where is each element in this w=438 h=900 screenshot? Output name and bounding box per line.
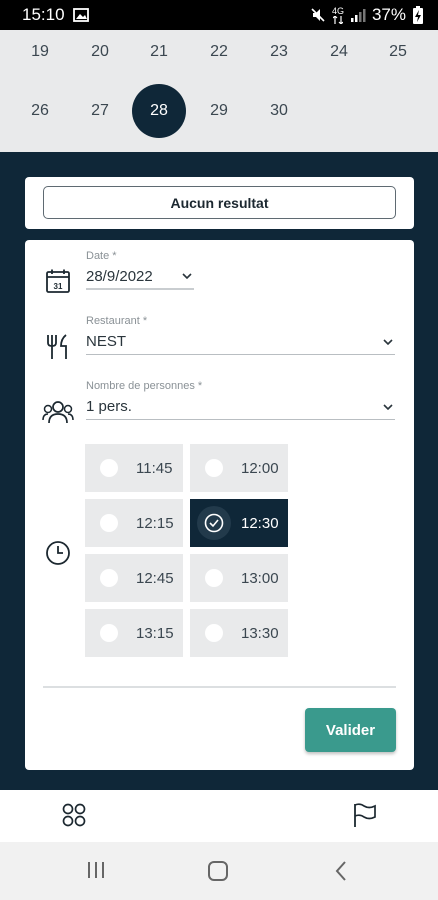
date-label: Date * bbox=[86, 250, 117, 262]
people-icon bbox=[42, 399, 74, 425]
flag-icon[interactable] bbox=[352, 802, 378, 828]
svg-text:31: 31 bbox=[54, 282, 63, 291]
result-card: Aucun resultat bbox=[25, 177, 414, 229]
persons-label: Nombre de personnes * bbox=[86, 380, 203, 392]
chevron-down-icon bbox=[383, 336, 393, 348]
calendar-day[interactable]: 23 bbox=[252, 25, 306, 79]
time-slot[interactable]: 11:45 bbox=[85, 444, 183, 492]
radio-icon bbox=[205, 459, 223, 477]
calendar-day[interactable]: 25 bbox=[371, 25, 425, 79]
calendar-day[interactable]: 27 bbox=[73, 84, 127, 138]
time-slot-selected[interactable]: 12:30 bbox=[190, 499, 288, 547]
persons-select[interactable]: Nombre de personnes * 1 pers. bbox=[86, 380, 395, 420]
time-slot[interactable]: 12:45 bbox=[85, 554, 183, 602]
chevron-down-icon bbox=[182, 270, 192, 282]
grid-circles-icon[interactable] bbox=[61, 802, 87, 828]
radio-icon bbox=[100, 459, 118, 477]
bottom-tab-bar bbox=[0, 790, 438, 842]
mute-icon bbox=[310, 7, 326, 23]
radio-icon bbox=[205, 569, 223, 587]
validate-button[interactable]: Valider bbox=[305, 708, 396, 752]
date-value: 28/9/2022 bbox=[86, 267, 153, 285]
fork-knife-icon bbox=[45, 333, 71, 361]
calendar-day[interactable]: 26 bbox=[13, 84, 67, 138]
battery-percent: 37% bbox=[371, 5, 406, 24]
restaurant-select[interactable]: Restaurant * NEST bbox=[86, 315, 395, 355]
radio-icon bbox=[100, 569, 118, 587]
calendar-day[interactable]: 22 bbox=[192, 25, 246, 79]
back-icon[interactable] bbox=[333, 860, 349, 882]
calendar-day[interactable]: 24 bbox=[312, 25, 366, 79]
network-icon: 4G bbox=[332, 6, 344, 24]
time-slot[interactable]: 13:15 bbox=[85, 609, 183, 657]
time-slot[interactable]: 12:00 bbox=[190, 444, 288, 492]
radio-icon bbox=[100, 514, 118, 532]
radio-icon bbox=[100, 624, 118, 642]
time-slot[interactable]: 13:30 bbox=[190, 609, 288, 657]
clock-icon bbox=[45, 540, 71, 566]
date-field[interactable]: Date * 28/9/2022 bbox=[86, 250, 194, 290]
reservation-form: 31 Date * 28/9/2022 Restaurant * NEST No… bbox=[25, 240, 414, 770]
calendar-day[interactable]: 30 bbox=[252, 84, 306, 138]
calendar-day[interactable]: 20 bbox=[73, 25, 127, 79]
status-time: 15:10 bbox=[22, 5, 65, 24]
battery-charging-icon bbox=[412, 6, 424, 24]
recent-apps-icon[interactable] bbox=[86, 860, 106, 880]
chevron-down-icon bbox=[383, 401, 393, 413]
calendar-day[interactable]: 21 bbox=[132, 25, 186, 79]
home-icon[interactable] bbox=[207, 860, 229, 882]
gallery-icon bbox=[72, 8, 89, 22]
divider bbox=[43, 686, 396, 688]
time-slot[interactable]: 12:15 bbox=[85, 499, 183, 547]
calendar-day-selected[interactable]: 28 bbox=[132, 84, 186, 138]
calendar-icon: 31 bbox=[45, 268, 71, 294]
no-result-button[interactable]: Aucun resultat bbox=[43, 186, 396, 219]
radio-icon bbox=[205, 624, 223, 642]
restaurant-value: NEST bbox=[86, 333, 127, 350]
system-nav-bar bbox=[0, 842, 438, 900]
check-circle-icon bbox=[197, 506, 231, 540]
calendar-day[interactable]: 29 bbox=[192, 84, 246, 138]
restaurant-label: Restaurant * bbox=[86, 315, 148, 327]
calendar-strip: 19 20 21 22 23 24 25 26 27 28 29 30 bbox=[0, 30, 438, 152]
main-content: Aucun resultat 31 Date * 28/9/2022 Resta… bbox=[0, 152, 438, 790]
calendar-day[interactable]: 19 bbox=[13, 25, 67, 79]
persons-value: 1 pers. bbox=[86, 398, 132, 415]
signal-icon bbox=[350, 8, 366, 22]
time-slot[interactable]: 13:00 bbox=[190, 554, 288, 602]
